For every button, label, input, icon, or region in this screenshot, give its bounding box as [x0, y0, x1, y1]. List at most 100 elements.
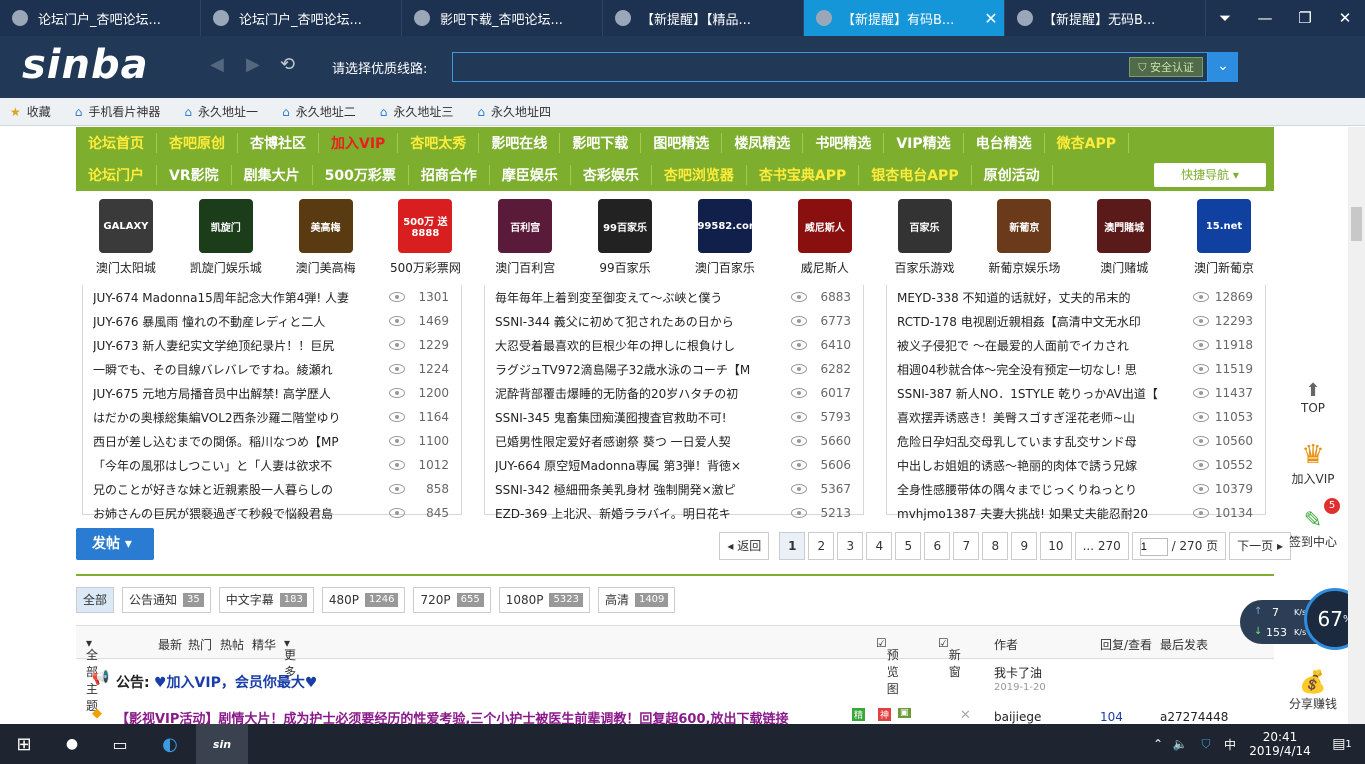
nav-link[interactable]: 论坛门户 — [76, 165, 157, 185]
close-tab-icon[interactable]: ✕ — [978, 9, 1004, 28]
thread-link[interactable]: MEYD-338 不知道的话就好，丈夫的吊末的 — [897, 289, 1189, 306]
nav-link[interactable]: 图吧精选 — [641, 133, 723, 153]
join-vip-button[interactable]: ♛ 加入VIP — [1280, 440, 1346, 487]
page-input[interactable] — [1139, 538, 1168, 556]
thread-link[interactable]: 已婚男性限定爱好者感谢祭 葵つ 一日爱人契 — [495, 433, 787, 450]
nav-link[interactable]: 电台精选 — [964, 133, 1045, 153]
maximize-icon[interactable]: ❐ — [1285, 0, 1325, 36]
task-view-icon[interactable]: ▭ — [96, 724, 144, 764]
thread-link[interactable]: 一瞬でも、その目線バレバレですね。綾瀬れ — [93, 361, 385, 378]
page-link[interactable]: 9 — [1011, 532, 1038, 560]
ad-banner[interactable]: 999582.com 澳门百家乐 — [675, 199, 775, 285]
page-link[interactable]: 8 — [982, 532, 1009, 560]
thread-link[interactable]: RCTD-178 电视剧近親相姦【高清中文无水印 — [897, 313, 1189, 330]
nav-link[interactable]: 原创活动 — [972, 165, 1053, 185]
thread-link[interactable]: SSNI-344 義父に初めて犯されたあの日から — [495, 313, 787, 330]
nav-link[interactable]: 杏吧原创 — [157, 133, 238, 153]
thread-link[interactable]: 兄のことが好きな妹と近親素股一人暮らしの — [93, 481, 385, 498]
thread-link[interactable]: 中出しお姐姐的诱惑～艳丽的肉体で誘う兄嫁 — [897, 457, 1189, 474]
ad-banner[interactable]: 99百家乐 99百家乐 — [575, 199, 675, 285]
sort-latest[interactable]: 最新 — [158, 636, 182, 653]
share-earn-button[interactable]: 💰 分享赚钱 — [1280, 670, 1346, 712]
page-link[interactable]: 4 — [866, 532, 893, 560]
browser-tab[interactable]: 论坛门户_杏吧论坛... — [201, 0, 402, 36]
browser-tab-active[interactable]: 【新提醒】有码B... ✕ — [804, 0, 1005, 36]
secure-badge[interactable]: ⛉ 安全认证 — [1129, 57, 1203, 77]
filter-tab[interactable]: 1080P 5323 — [498, 587, 590, 613]
sort-heat[interactable]: 热帖 — [220, 636, 244, 653]
notification-center-icon[interactable]: ▤ 1 — [1322, 724, 1362, 764]
minimize-icon[interactable]: — — [1245, 0, 1285, 36]
favorite-link[interactable]: ⌂ 永久地址一 — [184, 103, 258, 120]
thread-link[interactable]: お姉さんの巨尻が猥褻過ぎて秒殺で悩殺君島 — [93, 505, 385, 522]
filter-tab[interactable]: 公告通知 35 — [122, 587, 211, 613]
nav-link[interactable]: 书吧精选 — [803, 133, 885, 153]
thread-link[interactable]: はだかの奥様総集編VOL2西条沙羅二階堂ゆり — [93, 409, 385, 426]
chevron-up-icon[interactable]: ⌃ — [1148, 724, 1168, 764]
sinba-browser-taskbar-icon[interactable]: sin — [196, 724, 248, 764]
more-dropdown[interactable]: 更多 ▾ — [284, 636, 296, 679]
page-link[interactable]: 2 — [808, 532, 835, 560]
nav-link[interactable]: 摩臣娱乐 — [490, 165, 571, 185]
thread-link[interactable]: 相週04秒就合体～完全没有预定一切なし! 思 — [897, 361, 1189, 378]
thread-link[interactable]: ラグジュTV972滴島陽子32歳水泳のコーチ【M — [495, 361, 787, 378]
favorite-link[interactable]: ⌂ 永久地址四 — [477, 103, 551, 120]
defender-icon[interactable]: ⛉ — [1196, 724, 1216, 764]
thread-link[interactable]: 大忍受着最喜欢的巨根少年の押しに根負けし — [495, 337, 787, 354]
author-link[interactable]: 我卡了油 — [994, 664, 1042, 681]
thread-link[interactable]: 西日が差し込むまでの関係。稲川なつめ【MP — [93, 433, 385, 450]
page-link[interactable]: 10 — [1040, 532, 1072, 560]
nav-link[interactable]: 影吧下载 — [560, 133, 642, 153]
nav-link[interactable]: 楼凤精选 — [722, 133, 804, 153]
nav-link[interactable]: 银杏电台APP — [859, 165, 972, 185]
filter-tab[interactable]: 480P 1246 — [321, 587, 406, 613]
refresh-icon[interactable]: ⟲ — [280, 54, 295, 75]
browser-tab[interactable]: 【新提醒】【精品... — [603, 0, 804, 36]
back-to-top-button[interactable]: ⬆ TOP — [1280, 380, 1346, 415]
favorite-link[interactable]: ⌂ 永久地址二 — [282, 103, 356, 120]
ad-banner[interactable]: 新葡京 新葡京娱乐场 — [974, 199, 1074, 285]
new-window-checkbox[interactable]: ☑ 新窗 — [938, 636, 961, 679]
windows-start-icon[interactable]: ⊞ — [0, 724, 48, 764]
address-bar[interactable]: ⛉ 安全认证 — [452, 52, 1208, 82]
thread-link[interactable]: 被义子侵犯で ～在最爱的人面前でイカされ — [897, 337, 1189, 354]
thread-link[interactable]: 危险日孕妇乱交母乳しています乱交サンド母 — [897, 433, 1189, 450]
announcement-link[interactable]: ♥加入VIP，会员你最大♥ — [154, 672, 317, 692]
app-icon[interactable]: ◐ — [144, 724, 196, 764]
ad-banner[interactable]: 威尼斯人 威尼斯人 — [775, 199, 875, 285]
ad-banner[interactable]: 百家乐 百家乐游戏 — [875, 199, 975, 285]
last-poster[interactable]: a27274448 — [1160, 710, 1228, 724]
filter-tab[interactable]: 全部 — [76, 587, 115, 613]
close-icon[interactable]: ✕ — [960, 708, 971, 723]
filter-tab[interactable]: 高清 1409 — [597, 587, 676, 613]
filter-tab[interactable]: 720P 655 — [413, 587, 491, 613]
ad-banner[interactable]: 15.net 澳门新葡京 — [1174, 199, 1274, 285]
preview-checkbox[interactable]: ☑ 预览图 — [876, 636, 899, 696]
page-link[interactable]: 5 — [895, 532, 922, 560]
page-link[interactable]: ... 270 — [1074, 532, 1129, 560]
thread-link[interactable]: JUY-664 原空短Madonna専属 第3弾！背徳× — [495, 457, 787, 474]
nav-link[interactable]: 杏吧太秀 — [398, 133, 480, 153]
nav-link[interactable]: 招商合作 — [409, 165, 490, 185]
thread-link[interactable]: 全身性感腰带体の隅々までじっくりねっとり — [897, 481, 1189, 498]
thread-link[interactable]: JUY-673 新人妻纪实文学绝顶纪录片！！巨尻 — [93, 337, 385, 354]
scrollbar-thumb[interactable] — [1351, 207, 1362, 241]
thread-link[interactable]: 喜欢摆弄诱惑き！美臀スゴすぎ淫花老师~山 — [897, 409, 1189, 426]
ad-banner[interactable]: 500万 送8888 500万彩票网 — [375, 199, 475, 285]
page-link[interactable]: 3 — [837, 532, 864, 560]
nav-link[interactable]: 影吧在线 — [479, 133, 561, 153]
thread-link[interactable]: JUY-676 暴風雨 憧れの不動産レディと二人 — [93, 313, 385, 330]
back-icon[interactable]: ◀ — [210, 54, 224, 75]
vertical-scrollbar[interactable] — [1348, 127, 1365, 724]
nav-link[interactable]: 杏书宝典APP — [747, 165, 860, 185]
nav-link[interactable]: 微杏APP — [1045, 133, 1129, 153]
new-post-button[interactable]: 发帖 ▾ — [76, 528, 154, 560]
all-topics-dropdown[interactable]: 全部主题 ▾ — [86, 636, 98, 713]
nav-link[interactable]: 剧集大片 — [232, 165, 313, 185]
tab-list-icon[interactable]: ⏷ — [1205, 0, 1245, 36]
forward-icon[interactable]: ▶ — [246, 54, 260, 75]
nav-link[interactable]: VR影院 — [157, 165, 232, 185]
sort-elite[interactable]: 精华 — [252, 636, 276, 653]
page-link[interactable]: 6 — [924, 532, 951, 560]
favorites-button[interactable]: ★ 收藏 — [10, 103, 51, 120]
